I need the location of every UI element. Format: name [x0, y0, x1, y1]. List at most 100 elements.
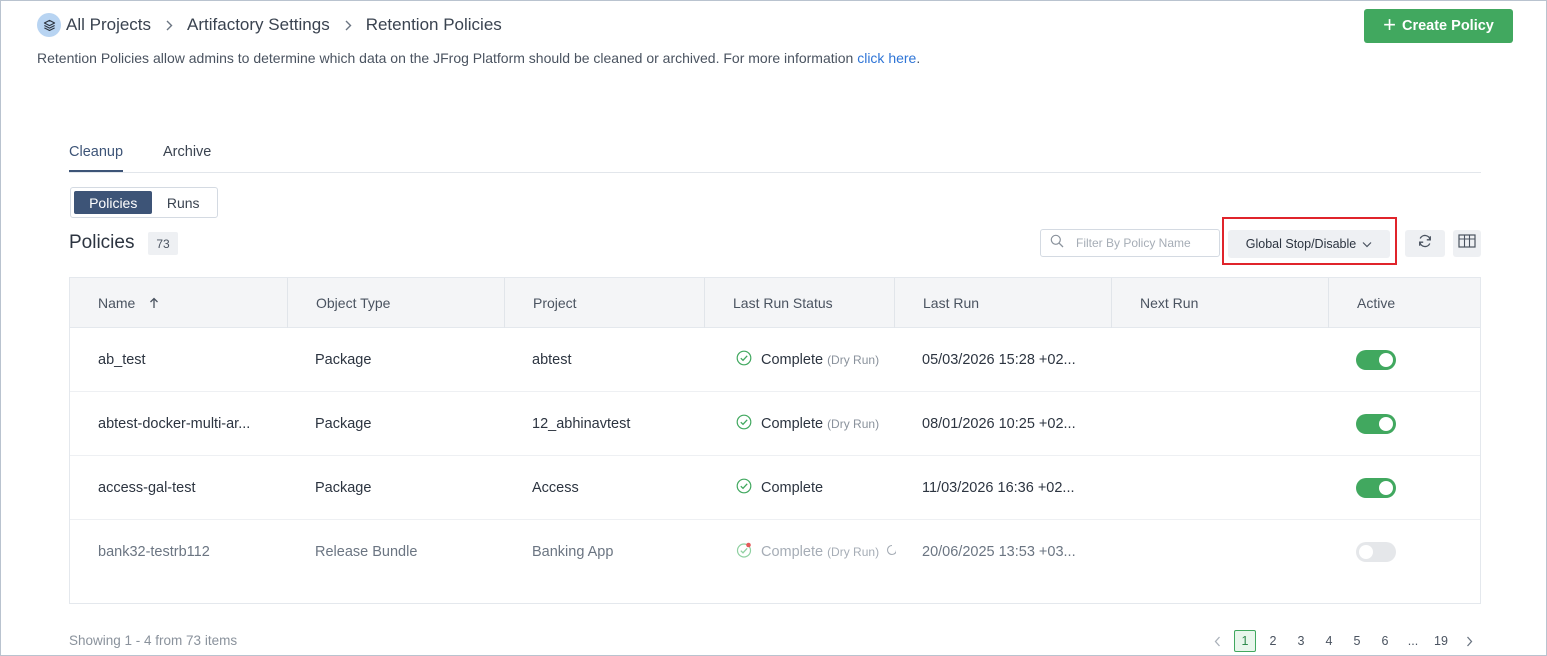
page-19[interactable]: 19	[1427, 630, 1455, 652]
object-type: Package	[315, 352, 372, 368]
table-row[interactable]: abtest-docker-multi-ar... Package 12_abh…	[70, 392, 1480, 456]
active-toggle[interactable]	[1356, 542, 1396, 562]
description-text: Retention Policies allow admins to deter…	[37, 50, 858, 66]
breadcrumb: All Projects Artifactory Settings Retent…	[37, 12, 502, 38]
last-run: 11/03/2026 16:36 +02...	[922, 480, 1075, 496]
column-active[interactable]: Active	[1329, 278, 1480, 328]
table-row[interactable]: access-gal-test Package Access Complete …	[70, 456, 1480, 520]
last-run-status: Complete (Dry Run)	[736, 328, 896, 392]
create-policy-label: Create Policy	[1401, 18, 1494, 34]
next-run	[1139, 392, 1299, 456]
column-next-run[interactable]: Next Run	[1112, 278, 1329, 328]
page-4[interactable]: 4	[1315, 630, 1343, 652]
dry-run-note: (Dry Run)	[827, 545, 880, 559]
filter-policy-input[interactable]	[1076, 236, 1206, 250]
page-2[interactable]: 2	[1259, 630, 1287, 652]
last-run-status: Complete	[736, 456, 896, 520]
breadcrumb-retention-policies: Retention Policies	[365, 15, 502, 34]
refresh-button[interactable]	[1405, 230, 1445, 257]
tab-archive[interactable]: Archive	[163, 144, 211, 170]
chevron-down-icon	[1362, 237, 1372, 251]
previous-page-icon[interactable]	[1203, 630, 1231, 652]
policies-table: Name Object Type Project Last Run Status…	[69, 277, 1481, 604]
last-run: 05/03/2026 15:28 +02...	[922, 352, 1076, 368]
dry-run-note: (Dry Run)	[827, 417, 880, 431]
policy-name[interactable]: access-gal-test	[98, 456, 278, 520]
tab-cleanup[interactable]: Cleanup	[69, 144, 124, 172]
project: Access	[532, 480, 579, 496]
last-run: 08/01/2026 10:25 +02...	[922, 416, 1076, 432]
status-text: Complete	[761, 416, 824, 432]
status-text: Complete	[761, 352, 824, 368]
column-name-label: Name	[98, 295, 136, 311]
search-icon	[1050, 234, 1064, 253]
next-run	[1139, 520, 1299, 584]
policy-name[interactable]: bank32-testrb112	[98, 520, 278, 584]
policy-name[interactable]: abtest-docker-multi-ar...	[98, 392, 278, 456]
active-toggle[interactable]	[1356, 350, 1396, 370]
project: Banking App	[532, 544, 614, 560]
status-text: Complete	[761, 480, 824, 496]
active-toggle[interactable]	[1356, 414, 1396, 434]
segment-policies[interactable]: Policies	[74, 191, 153, 214]
active-toggle[interactable]	[1356, 478, 1396, 498]
global-stop-disable-label: Global Stop/Disable	[1245, 237, 1357, 251]
column-project[interactable]: Project	[505, 278, 705, 328]
page-1[interactable]: 1	[1234, 630, 1256, 652]
columns-icon	[1458, 234, 1476, 253]
page-6[interactable]: 6	[1371, 630, 1399, 652]
showing-items-text: Showing 1 - 4 from 73 items	[69, 633, 238, 648]
pagination: 1 2 3 4 5 6 ... 19	[1203, 629, 1483, 653]
check-circle-alert-icon	[736, 542, 752, 562]
column-name[interactable]: Name	[70, 278, 288, 328]
chevron-right-icon	[344, 20, 352, 31]
project: abtest	[532, 352, 572, 368]
segment-runs[interactable]: Runs	[152, 191, 214, 214]
check-circle-icon	[736, 478, 752, 498]
info-icon[interactable]	[886, 544, 896, 560]
last-run: 20/06/2025 13:53 +03...	[922, 544, 1076, 560]
active-cell	[1356, 392, 1416, 456]
chevron-right-icon	[165, 20, 173, 31]
next-page-icon[interactable]	[1455, 630, 1483, 652]
last-run-status: Complete (Dry Run)	[736, 520, 896, 584]
column-object-type[interactable]: Object Type	[288, 278, 505, 328]
table-header: Name Object Type Project Last Run Status…	[70, 278, 1480, 328]
page-description: Retention Policies allow admins to deter…	[37, 50, 920, 66]
check-circle-icon	[736, 350, 752, 370]
active-cell	[1356, 328, 1416, 392]
refresh-icon	[1417, 233, 1433, 254]
breadcrumb-all-projects[interactable]: All Projects	[66, 15, 151, 35]
breadcrumb-artifactory-settings[interactable]: Artifactory Settings	[187, 15, 330, 35]
object-type: Package	[315, 416, 372, 432]
page-5[interactable]: 5	[1343, 630, 1371, 652]
sort-ascending-icon[interactable]	[149, 297, 159, 309]
table-row[interactable]: bank32-testrb112 Release Bundle Banking …	[70, 520, 1480, 584]
dry-run-note: (Dry Run)	[827, 353, 880, 367]
project: 12_abhinavtest	[532, 416, 631, 432]
click-here-link[interactable]: click here	[857, 50, 916, 66]
page-3[interactable]: 3	[1287, 630, 1315, 652]
object-type: Release Bundle	[315, 544, 418, 560]
tab-bar: Cleanup Archive	[69, 138, 1481, 173]
next-run	[1139, 328, 1299, 392]
check-circle-icon	[736, 414, 752, 434]
active-cell	[1356, 456, 1416, 520]
global-stop-disable-button[interactable]: Global Stop/Disable	[1228, 230, 1390, 258]
view-switcher: Policies Runs	[70, 187, 218, 218]
next-run	[1139, 456, 1299, 520]
projects-stack-icon	[37, 13, 61, 37]
plus-icon: +	[1383, 12, 1396, 37]
column-last-run-status[interactable]: Last Run Status	[705, 278, 895, 328]
object-type: Package	[315, 480, 372, 496]
create-policy-button[interactable]: + Create Policy	[1364, 9, 1513, 43]
policies-count-badge: 73	[148, 232, 178, 255]
status-text: Complete	[761, 544, 824, 560]
filter-box	[1040, 229, 1220, 257]
columns-button[interactable]	[1453, 230, 1481, 257]
policy-name[interactable]: ab_test	[98, 328, 278, 392]
page-ellipsis[interactable]: ...	[1399, 630, 1427, 652]
description-end: .	[916, 50, 921, 66]
column-last-run[interactable]: Last Run	[895, 278, 1112, 328]
table-row[interactable]: ab_test Package abtest Complete (Dry Run)…	[70, 328, 1480, 392]
